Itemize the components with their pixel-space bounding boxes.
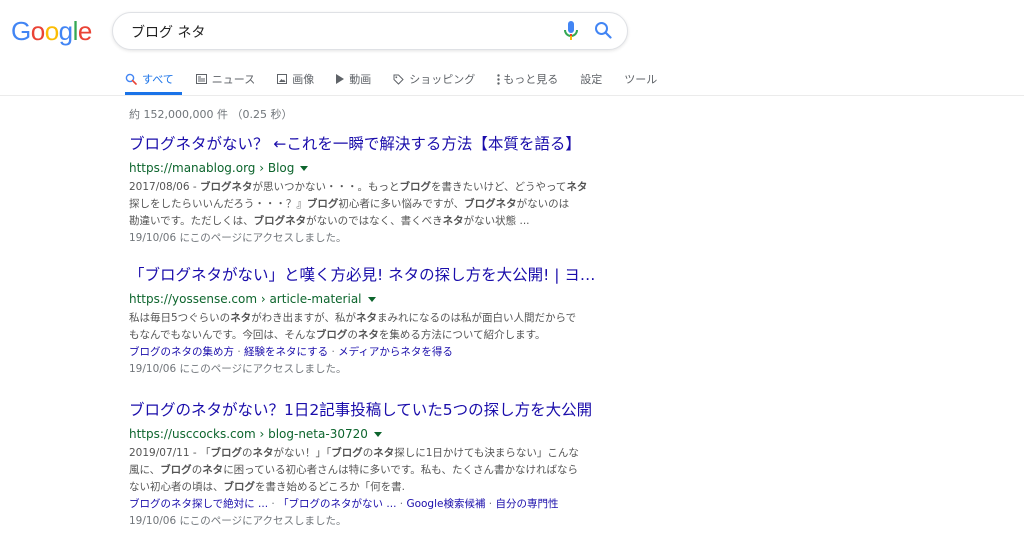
result-url-text: https://manablog.org › Blog: [129, 161, 295, 175]
tab-label: ショッピング: [409, 73, 476, 86]
result-url-text: https://yossense.com › article-material: [129, 292, 362, 306]
tab-label: 設定: [580, 73, 603, 86]
sitelink-separator: ·: [396, 498, 407, 510]
tabs-divider: [0, 95, 1024, 96]
tab-label: 動画: [349, 73, 372, 86]
result-url[interactable]: https://manablog.org › Blog: [129, 160, 629, 176]
logo-letter: e: [77, 16, 92, 46]
search-icon: [125, 73, 137, 85]
search-tabs: すべて ニュース 画像 動画 ショッピング もっと見る 設定 ツール: [125, 68, 657, 90]
tab-label: 画像: [292, 73, 315, 86]
result-url-text: https://usccocks.com › blog-neta-30720: [129, 427, 368, 441]
search-icon[interactable]: [594, 21, 612, 39]
search-input[interactable]: [131, 21, 551, 43]
image-icon: [277, 74, 288, 84]
tab-label: すべて: [142, 73, 174, 86]
snippet-line: もなんでもないんです。今回は、そんなブログのネタを集める方法について紹介します。: [129, 329, 546, 341]
visited-note: 19/10/06 にこのページにアクセスしました。: [129, 363, 347, 375]
logo-letter: o: [30, 16, 45, 46]
snippet-line: ない初心者の頃は、ブログを書き始めるどころか「何を書.: [129, 481, 406, 493]
sitelink-separator: ·: [234, 346, 245, 358]
search-result: ブログネタがない？ ←これを一瞬で解決する方法【本質を語る】 https://m…: [129, 134, 629, 247]
tag-icon: [393, 74, 404, 85]
result-snippet: 私は毎日5つぐらいのネタがわき出ますが、私がネタまみれになるのは私が面白い人間だ…: [129, 310, 629, 344]
sitelink[interactable]: ブログのネタの集め方: [129, 346, 234, 358]
dropdown-caret-icon[interactable]: [300, 165, 309, 171]
tab-settings[interactable]: 設定: [580, 68, 602, 90]
snippet-line: 風に、ブログのネタに困っている初心者さんは特に多いです。私も、たくさん書かなけれ…: [129, 464, 578, 476]
sitelink[interactable]: メディアからネタを得る: [338, 346, 453, 358]
logo-letter: G: [11, 16, 31, 46]
tab-label: もっと見る: [503, 73, 559, 86]
more-icon: [497, 73, 500, 85]
result-snippet: 2017/08/06 - ブログネタが思いつかない・・・。もっとブログを書きたい…: [129, 179, 629, 230]
sitelink[interactable]: ブログのネタ探しで絶対に ...: [129, 498, 268, 510]
result-title-link[interactable]: ブログのネタがない？1日2記事投稿していた5つの探し方を大公開: [129, 400, 629, 420]
sitelink[interactable]: 自分の専門性: [495, 498, 558, 510]
snippet-line: 勘違いです。ただしくは、ブログネタがないのではなく、書くべきネタがない状態 ..…: [129, 215, 530, 227]
sitelink-separator: ·: [268, 498, 279, 510]
visited-note: 19/10/06 にこのページにアクセスしました。: [129, 232, 347, 244]
tab-more[interactable]: もっと見る: [497, 68, 558, 90]
dropdown-caret-icon[interactable]: [373, 431, 382, 437]
sitelink[interactable]: 経験をネタにする: [244, 346, 328, 358]
sitelink[interactable]: Google検索候補: [406, 498, 485, 510]
visited-note: 19/10/06 にこのページにアクセスしました。: [129, 515, 347, 527]
sitelink-separator: ·: [485, 498, 496, 510]
dropdown-caret-icon[interactable]: [367, 296, 376, 302]
search-result: ブログのネタがない？1日2記事投稿していた5つの探し方を大公開 https://…: [129, 400, 629, 530]
news-icon: [195, 74, 207, 84]
result-url[interactable]: https://usccocks.com › blog-neta-30720: [129, 426, 629, 442]
result-snippet: 2019/07/11 - 「ブログのネタがない！」「ブログのネタ探しに1日かけて…: [129, 445, 629, 496]
result-url[interactable]: https://yossense.com › article-material: [129, 291, 629, 307]
search-box[interactable]: [112, 12, 628, 50]
mic-icon[interactable]: [562, 20, 580, 42]
google-logo[interactable]: Google: [11, 15, 92, 47]
tab-shopping[interactable]: ショッピング: [393, 68, 475, 90]
tab-news[interactable]: ニュース: [195, 68, 256, 90]
sitelink-separator: ·: [328, 346, 339, 358]
tab-videos[interactable]: 動画: [336, 68, 371, 90]
result-title-link[interactable]: 「ブログネタがない」と嘆く方必見! ネタの探し方を大公開! | ヨ…: [129, 265, 629, 285]
logo-letter: o: [44, 16, 59, 46]
tab-all[interactable]: すべて: [125, 68, 174, 90]
video-icon: [336, 74, 345, 84]
snippet-line: 2017/08/06 - ブログネタが思いつかない・・・。もっとブログを書きたい…: [129, 181, 588, 193]
tab-label: ニュース: [211, 73, 256, 86]
sitelinks: ブログのネタの集め方 · 経験をネタにする · メディアからネタを得る: [129, 344, 629, 361]
result-stats: 約 152,000,000 件 （0.25 秒）: [129, 108, 293, 121]
sitelink[interactable]: 「ブログのネタがない ...: [278, 498, 396, 510]
search-result: 「ブログネタがない」と嘆く方必見! ネタの探し方を大公開! | ヨ… https…: [129, 265, 629, 378]
tab-label: ツール: [624, 73, 658, 86]
snippet-line: 探しをしたらいいんだろう・・・？』ブログ初心者に多い悩みですが、ブログネタがない…: [129, 198, 570, 210]
snippet-line: 私は毎日5つぐらいのネタがわき出ますが、私がネタまみれになるのは私が面白い人間だ…: [129, 312, 577, 324]
sitelinks: ブログのネタ探しで絶対に ... · 「ブログのネタがない ... · Goog…: [129, 496, 629, 513]
tab-tools[interactable]: ツール: [624, 68, 657, 90]
result-title-link[interactable]: ブログネタがない？ ←これを一瞬で解決する方法【本質を語る】: [129, 134, 629, 154]
logo-letter: g: [58, 16, 73, 46]
snippet-line: 2019/07/11 - 「ブログのネタがない！」「ブログのネタ探しに1日かけて…: [129, 447, 579, 459]
tab-images[interactable]: 画像: [277, 68, 314, 90]
